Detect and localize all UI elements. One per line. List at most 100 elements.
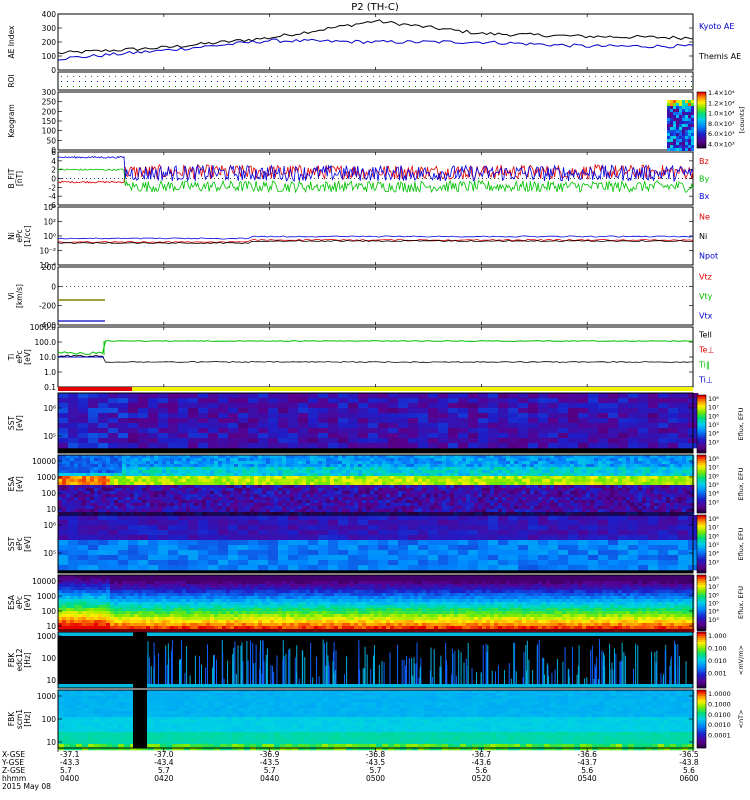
sst-ion-cell	[478, 433, 489, 439]
esa-ion-cell	[634, 479, 639, 483]
esa-ion-cell	[282, 461, 287, 465]
sst-ion-cell	[458, 423, 469, 429]
esa-ion-cell	[554, 470, 559, 474]
esa-ion-cell	[254, 473, 259, 477]
esa-ion-cell	[282, 458, 287, 462]
sst-ion-cell	[318, 393, 329, 399]
roi-dot	[469, 76, 470, 77]
esa-ion-cell	[574, 458, 579, 462]
esa-ion-cell	[462, 470, 467, 474]
esa-ion-cell	[610, 497, 615, 501]
esa-ion-cell	[414, 503, 419, 507]
keogram-cell	[685, 148, 688, 151]
esa-ion-cell	[134, 506, 139, 510]
esa-ion-cell	[106, 479, 111, 483]
esa-ion-cell	[314, 479, 319, 483]
esa-ion-cell	[562, 476, 567, 480]
roi-dot	[589, 86, 590, 87]
sst-ion-cell	[488, 438, 499, 444]
esa-ion-cell	[674, 464, 679, 468]
esa-ion-cell	[558, 500, 563, 504]
roi-dot	[439, 81, 440, 82]
sst-ele-cell	[108, 560, 119, 566]
esa-ion-cell	[242, 464, 247, 468]
esa-ion-cell	[230, 458, 235, 462]
esa-ion-cell	[678, 464, 683, 468]
esa-ion-cell	[314, 494, 319, 498]
esa-ion-cell	[490, 476, 495, 480]
esa-ion-cell	[178, 482, 183, 486]
esa-ion-cell	[170, 473, 175, 477]
esa-ion-cell	[270, 479, 275, 483]
sst-ion-cell	[88, 438, 99, 444]
esa-ion-cell	[374, 482, 379, 486]
esa-ion-cell	[502, 476, 507, 480]
esa-ion-cell	[470, 482, 475, 486]
sst-ion-cell	[88, 403, 99, 409]
esa-ion-cell	[90, 482, 95, 486]
sst-ion-cell	[168, 418, 179, 424]
sst-ion-cbar-seg	[697, 443, 706, 446]
keogram-cell	[670, 115, 673, 118]
esa-ion-cell	[450, 461, 455, 465]
roi-dot	[433, 81, 434, 82]
esa-ion-cell	[94, 506, 99, 510]
esa-ion-cell	[690, 470, 695, 474]
esa-ion-cell	[446, 506, 451, 510]
esa-ion-cell	[654, 482, 659, 486]
esa-ion-cell	[118, 479, 123, 483]
esa-ion-cell	[350, 482, 355, 486]
sst-ion-cell	[438, 408, 449, 414]
esa-ion-cell	[286, 473, 291, 477]
esa-ion-cell	[146, 458, 151, 462]
esa-ion-cell	[354, 500, 359, 504]
esa-ion-cell	[426, 464, 431, 468]
esa-ion-cell	[274, 461, 279, 465]
sst-ion-cell	[378, 393, 389, 399]
esa-ion-cell	[458, 467, 463, 471]
sst-ele-cell	[68, 535, 79, 541]
esa-ion-cell	[126, 482, 131, 486]
esa-ion-cell	[578, 464, 583, 468]
esa-ion-cell	[482, 494, 487, 498]
sst-ion-cell	[288, 393, 299, 399]
keogram-cell	[688, 136, 691, 139]
sst-ele-cell	[238, 550, 249, 556]
sst-ion-cell	[318, 423, 329, 429]
sst-ele-cell	[168, 540, 179, 546]
esa-ion-cell	[294, 509, 299, 513]
esa-ion-cell	[642, 494, 647, 498]
sst-ion-cell	[168, 403, 179, 409]
esa-ion-cell	[602, 494, 607, 498]
esa-ion-cell	[222, 509, 227, 513]
roi-dot	[91, 76, 92, 77]
esa-ion-cell	[486, 464, 491, 468]
sst-ele-cell	[278, 515, 289, 521]
esa-ion-cell	[618, 506, 623, 510]
sst-ion-cell	[678, 408, 689, 414]
esa-ion-cell	[110, 476, 115, 480]
esa-ion-cell	[302, 482, 307, 486]
esa-ion-cell	[298, 467, 303, 471]
sst-ion-cell	[258, 443, 269, 449]
esa-ion-cell	[86, 491, 91, 495]
bfield-tick-label: 4	[51, 157, 56, 166]
esa-ion-cell	[550, 470, 555, 474]
esa-ion-cell	[286, 509, 291, 513]
sst-ele-cell	[238, 540, 249, 546]
sst-ion-cell	[658, 443, 669, 449]
roi-dot	[553, 76, 554, 77]
keogram-cell	[673, 133, 676, 136]
esa-ion-cell	[286, 491, 291, 495]
keogram-cell	[691, 121, 694, 124]
esa-ion-cell	[490, 473, 495, 477]
sst-ion-cell	[608, 408, 619, 414]
roi-dot	[601, 81, 602, 82]
esa-ion-cell	[306, 491, 311, 495]
esa-ion-cell	[278, 473, 283, 477]
esa-ion-cell	[598, 470, 603, 474]
sst-ion-cell	[288, 398, 299, 404]
esa-ion-cell	[142, 509, 147, 513]
esa-ion-cell	[74, 479, 79, 483]
esa-ion-cell	[478, 479, 483, 483]
